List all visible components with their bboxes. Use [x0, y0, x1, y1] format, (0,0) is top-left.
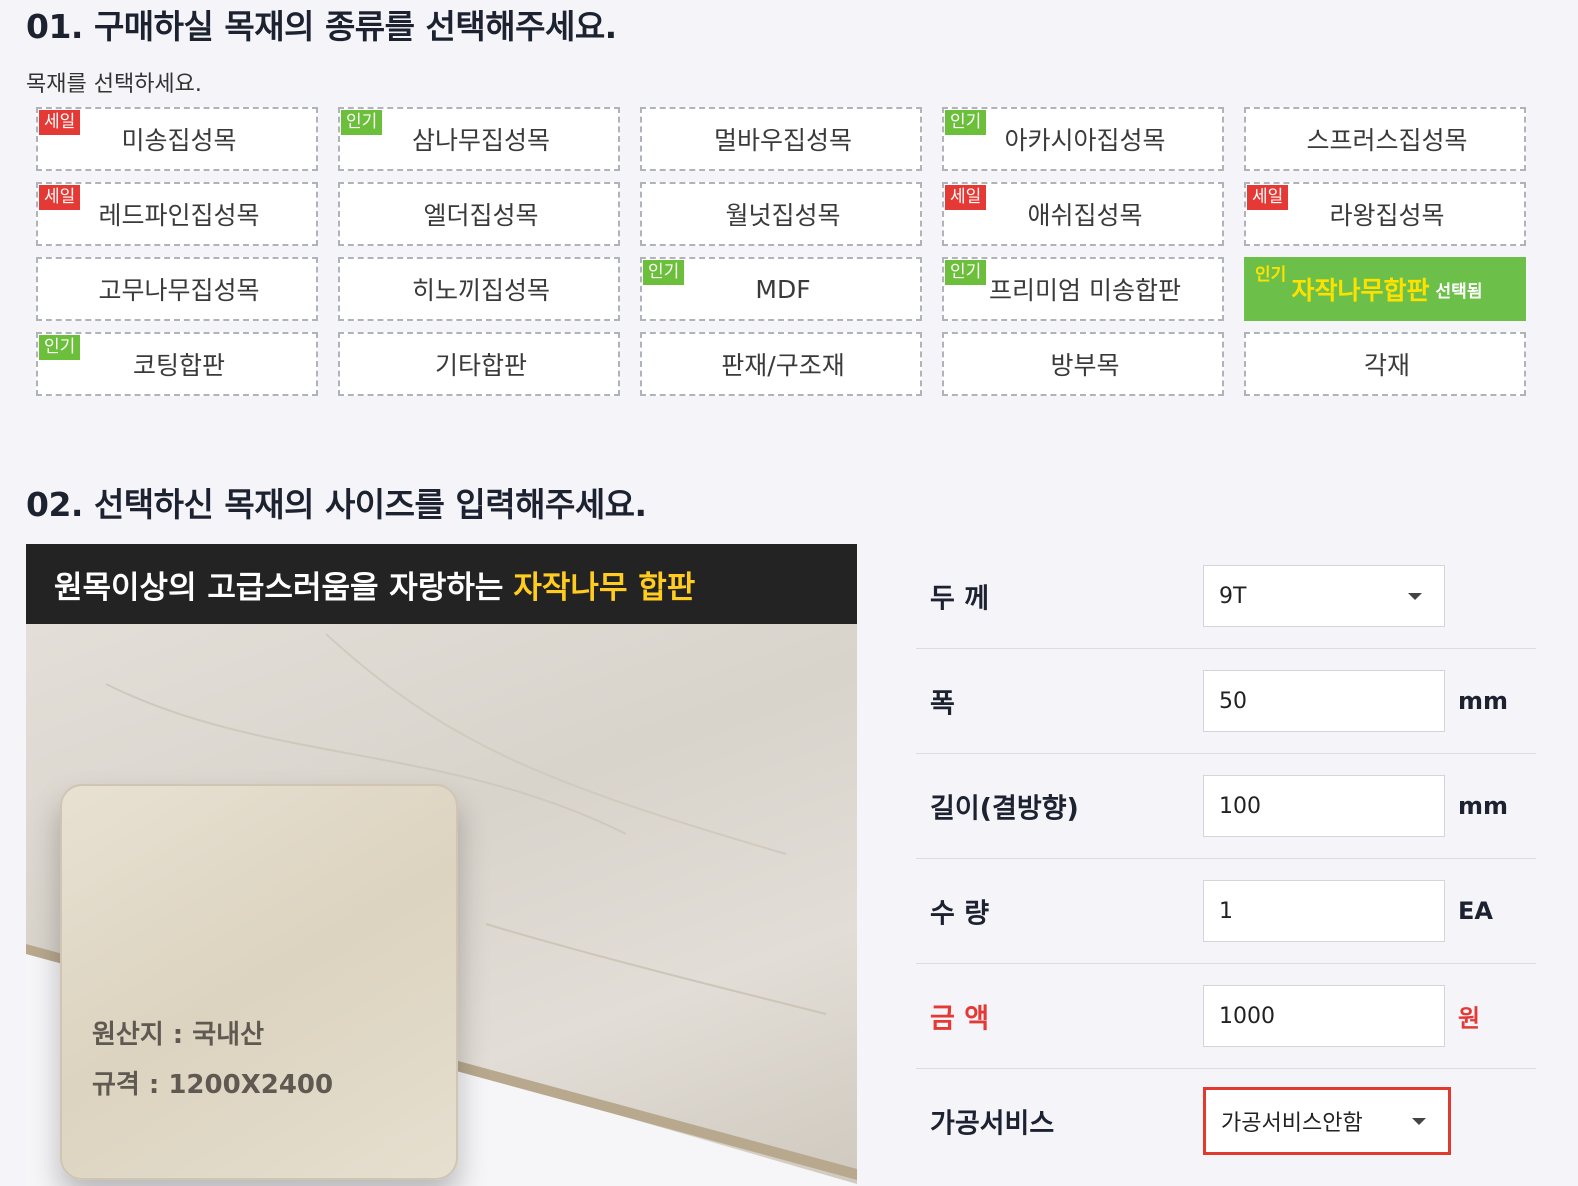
promo-banner: 원목이상의 고급스러움을 자랑하는 자작나무 합판 [26, 544, 857, 624]
sale-badge: 세일 [1247, 185, 1289, 210]
wood-type-button[interactable]: 엘더집성목 [338, 182, 620, 246]
product-image: 원목이상의 고급스러움을 자랑하는 자작나무 합판 원산지 : 국내산 규격 :… [26, 544, 857, 1186]
popular-badge: 인기 [945, 260, 987, 285]
thickness-value: 9T [1219, 583, 1247, 609]
length-input[interactable]: 100 [1203, 775, 1445, 837]
wood-type-label: 히노끼집성목 [411, 276, 550, 305]
price-row: 금 액 1000 원 [916, 964, 1536, 1069]
popular-badge: 인기 [1255, 265, 1287, 285]
width-label: 폭 [930, 688, 955, 720]
wood-type-button[interactable]: 세일라왕집성목 [1244, 182, 1526, 246]
wood-type-button[interactable]: 방부목 [942, 332, 1224, 396]
selected-tag: 선택됨 [1435, 281, 1483, 302]
wood-type-label: 코팅합판 [132, 351, 225, 380]
chevron-down-icon [1412, 1118, 1426, 1125]
wood-type-button[interactable]: 인기 MDF [640, 257, 922, 321]
price-unit: 원 [1458, 1004, 1481, 1033]
quantity-row: 수 량 1 EA [916, 859, 1536, 964]
promo-banner-highlight: 자작나무 합판 [513, 569, 696, 606]
promo-banner-text: 원목이상의 고급스러움을 자랑하는 [54, 569, 504, 606]
wood-type-label: 판재/구조재 [721, 351, 845, 380]
thickness-select[interactable]: 9T [1203, 565, 1445, 627]
wood-type-label: 멀바우집성목 [713, 126, 852, 155]
wood-type-label: 각재 [1363, 351, 1410, 380]
wood-type-label: 스프러스집성목 [1306, 126, 1468, 155]
wood-type-label: 기타합판 [434, 351, 527, 380]
sale-badge: 세일 [39, 185, 81, 210]
service-label: 가공서비스 [930, 1108, 1055, 1140]
sale-badge: 세일 [39, 110, 81, 135]
wood-type-button[interactable]: 각재 [1244, 332, 1526, 396]
wood-type-button[interactable]: 세일레드파인집성목 [36, 182, 318, 246]
popular-badge: 인기 [39, 335, 81, 360]
wood-type-label: 삼나무집성목 [411, 126, 550, 155]
width-input[interactable]: 50 [1203, 670, 1445, 732]
wood-type-button[interactable]: 인기코팅합판 [36, 332, 318, 396]
price-field[interactable]: 1000 [1203, 985, 1445, 1047]
wood-type-label: MDF [755, 274, 811, 304]
wood-type-label: 자작나무합판 [1291, 276, 1430, 305]
wood-type-label: 엘더집성목 [423, 201, 539, 230]
spec-text: 규격 : 1200X2400 [92, 1070, 334, 1100]
service-select[interactable]: 가공서비스안함 [1203, 1087, 1451, 1155]
length-unit: mm [1458, 792, 1509, 820]
wood-type-button[interactable]: 인기삼나무집성목 [338, 107, 620, 171]
popular-badge: 인기 [341, 110, 383, 135]
wood-type-label: 고무나무집성목 [98, 276, 260, 305]
thickness-label: 두 께 [930, 583, 990, 615]
plywood-board-image: 원산지 : 국내산 규격 : 1200X2400 [26, 624, 857, 1186]
quantity-label: 수 량 [930, 898, 990, 930]
origin-text: 원산지 : 국내산 [92, 1020, 265, 1050]
length-row: 길이(결방향) 100 mm [916, 754, 1536, 859]
wood-type-button[interactable]: 판재/구조재 [640, 332, 922, 396]
plywood-sample-card: 원산지 : 국내산 규격 : 1200X2400 [60, 784, 458, 1180]
wood-type-grid: 세일 미송집성목 인기 삼나무집성목 멀바우집성목 인기 아카시아집성목 스프러스집성목 세일 레… [36, 107, 1526, 396]
wood-type-label: 레드파인집성목 [98, 201, 260, 230]
wood-type-label: 프리미엄 미송합판 [989, 276, 1181, 305]
thickness-row: 두 께 9T [916, 544, 1536, 649]
chevron-down-icon [1408, 593, 1422, 600]
length-label: 길이(결방향) [930, 793, 1079, 825]
wood-type-label: 아카시아집성목 [1004, 126, 1166, 155]
width-unit: mm [1458, 687, 1509, 715]
wood-type-label: 라왕집성목 [1329, 201, 1445, 230]
sale-badge: 세일 [945, 185, 987, 210]
popular-badge: 인기 [945, 110, 987, 135]
wood-type-button[interactable]: 멀바우집성목 [640, 107, 922, 171]
wood-type-button[interactable]: 기타합판 [338, 332, 620, 396]
wood-type-label: 미송집성목 [121, 126, 237, 155]
wood-type-label: 방부목 [1050, 351, 1120, 380]
wood-type-button[interactable]: 세일애쉬집성목 [942, 182, 1224, 246]
wood-type-button[interactable]: 세일미송집성목 [36, 107, 318, 171]
wood-type-button[interactable]: 월넛집성목 [640, 182, 922, 246]
wood-type-button[interactable]: 히노끼집성목 [338, 257, 620, 321]
wood-type-label: 월넛집성목 [725, 201, 841, 230]
quantity-unit: EA [1458, 897, 1493, 925]
wood-type-button[interactable]: 고무나무집성목 [36, 257, 318, 321]
wood-select-label: 목재를 선택하세요. [26, 72, 202, 97]
service-value: 가공서비스안함 [1221, 1111, 1363, 1136]
wood-type-label: 애쉬집성목 [1027, 201, 1143, 230]
quantity-input[interactable]: 1 [1203, 880, 1445, 942]
wood-type-button[interactable]: 인기아카시아집성목 [942, 107, 1224, 171]
section2-title: 02. 선택하신 목재의 사이즈를 입력해주세요. [26, 485, 647, 524]
popular-badge: 인기 [643, 260, 685, 285]
wood-type-button[interactable]: 스프러스집성목 [1244, 107, 1526, 171]
width-row: 폭 50 mm [916, 649, 1536, 754]
wood-type-button[interactable]: 인기 프리미엄 미송합판 [942, 257, 1224, 321]
section1-title: 01. 구매하실 목재의 종류를 선택해주세요. [26, 7, 617, 46]
service-row: 가공서비스 가공서비스안함 [916, 1069, 1536, 1173]
wood-type-button[interactable]: 인기 자작나무합판 선택됨 [1244, 257, 1526, 321]
price-label: 금 액 [930, 1003, 990, 1035]
